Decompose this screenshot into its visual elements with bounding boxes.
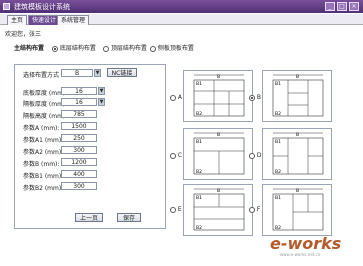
option-label: 侧板顶板布置 (157, 45, 194, 52)
svg-text:B1: B1 (275, 195, 281, 201)
structure-option-side[interactable]: 侧板顶板布置 (150, 45, 194, 53)
svg-text:B1: B1 (275, 81, 281, 87)
radio-icon[interactable] (170, 152, 176, 159)
parameter-panel: 选择布置方式 B ▼ NC链接 底板厚度 (mm): 16 ▼ 隔板厚度 (mm… (14, 64, 166, 229)
param-a-input[interactable]: 1500 (61, 122, 97, 130)
app-icon (3, 3, 10, 10)
option-label: 顶层结构布置 (110, 45, 147, 52)
field-label: 参数B2 (mm): (23, 185, 64, 192)
welcome-text: 欢迎您，张三 (5, 31, 42, 38)
layout-option-d[interactable]: D (249, 152, 262, 160)
field-label: 参数A1 (mm): (23, 137, 64, 144)
base-thickness-input[interactable]: 16 (61, 87, 97, 95)
layout-option-c[interactable]: C (170, 152, 182, 160)
window-title: 建筑模板设计系统 (14, 3, 70, 11)
layout-option-f[interactable]: F (249, 206, 260, 214)
radio-icon[interactable] (170, 206, 176, 213)
watermark-logo: e-works (270, 234, 342, 253)
field-label: 参数A2 (mm): (23, 149, 64, 156)
structure-option-bottom[interactable]: 底层结构布置 (52, 45, 96, 53)
tab-quick-design[interactable]: 快速设计 (28, 15, 61, 25)
svg-text:B1: B1 (275, 139, 281, 145)
svg-text:B: B (217, 74, 220, 80)
param-a1-input[interactable]: 250 (61, 134, 97, 142)
tab-home[interactable]: 主页 (7, 15, 28, 25)
svg-text:B: B (296, 74, 299, 80)
minimize-button[interactable]: _ (325, 2, 335, 11)
layout-option-b[interactable]: B (249, 94, 261, 102)
save-button[interactable]: 保存 (117, 213, 141, 222)
svg-text:B1: B1 (196, 139, 202, 145)
prev-page-button[interactable]: 上一页 (75, 213, 103, 222)
layout-diagram-e: B B1 B2 (183, 184, 253, 236)
chevron-down-icon[interactable]: ▼ (94, 69, 101, 77)
svg-text:B2: B2 (196, 225, 202, 231)
field-label: 参数A (mm): (23, 125, 60, 132)
radio-icon[interactable] (249, 152, 255, 159)
layout-diagram-d: B B1 B2 (262, 128, 332, 180)
layout-option-a[interactable]: A (170, 94, 182, 102)
tab-system-admin[interactable]: 系统管理 (57, 15, 90, 25)
layout-diagram-b: B B1 B2 (262, 70, 332, 122)
svg-text:B: B (296, 188, 299, 194)
maximize-button[interactable]: □ (337, 2, 347, 11)
param-a2-input[interactable]: 300 (61, 146, 97, 154)
field-label: 参数B (mm): (23, 161, 60, 168)
layout-diagram-svg: B B1 B2 (193, 188, 245, 231)
watermark-url: www.e-works.net.cn (280, 252, 321, 257)
layout-select[interactable]: B (61, 69, 93, 77)
svg-text:B2: B2 (196, 111, 202, 117)
layout-diagram-f: B B1 B2 (262, 184, 332, 236)
svg-text:B2: B2 (196, 169, 202, 175)
close-button[interactable]: × (349, 2, 359, 11)
structure-option-top[interactable]: 顶层结构布置 (103, 45, 147, 53)
layout-diagram-svg: B B1 B2 (272, 132, 324, 175)
radio-icon[interactable] (103, 45, 109, 52)
svg-text:B: B (217, 188, 220, 194)
field-label: 参数B1 (mm): (23, 173, 64, 180)
svg-text:B: B (296, 132, 299, 138)
param-b1-input[interactable]: 400 (61, 170, 97, 178)
layout-diagram-svg: B B1 B2 (272, 188, 324, 231)
svg-text:B2: B2 (275, 111, 281, 117)
radio-icon[interactable] (170, 94, 176, 101)
layout-diagram-a: B B1 B2 (183, 70, 253, 122)
param-b-input[interactable]: 1200 (61, 158, 97, 166)
radio-icon[interactable] (52, 45, 58, 52)
radio-icon[interactable] (150, 45, 156, 52)
option-label: 底层结构布置 (59, 45, 96, 52)
layout-diagram-svg: B B1 B2 (193, 74, 245, 117)
layout-option-e[interactable]: E (170, 206, 182, 214)
layout-select-label: 选择布置方式 (23, 72, 60, 79)
tab-bar: 主页 快速设计 系统管理 (0, 14, 363, 25)
svg-text:B1: B1 (196, 81, 202, 87)
chevron-down-icon[interactable]: ▼ (98, 87, 105, 95)
svg-text:B2: B2 (275, 225, 281, 231)
partition-height-input[interactable]: 785 (61, 110, 97, 118)
layout-diagram-svg: B B1 B2 (272, 74, 324, 117)
param-b2-input[interactable]: 300 (61, 182, 97, 190)
title-bar: 建筑模板设计系统 _ □ × (0, 0, 363, 13)
layout-diagram-svg: B B1 B2 (193, 132, 245, 175)
chevron-down-icon[interactable]: ▼ (98, 98, 105, 106)
structure-label: 主结构布置 (14, 45, 45, 52)
partition-thickness-input[interactable]: 16 (61, 98, 97, 106)
svg-text:B1: B1 (196, 195, 202, 201)
layout-diagram-c: B B1 B2 (183, 128, 253, 180)
radio-icon[interactable] (249, 94, 255, 101)
match-button[interactable]: NC链接 (107, 68, 137, 77)
svg-text:B: B (217, 132, 220, 138)
radio-icon[interactable] (249, 206, 255, 213)
svg-text:B2: B2 (275, 169, 281, 175)
